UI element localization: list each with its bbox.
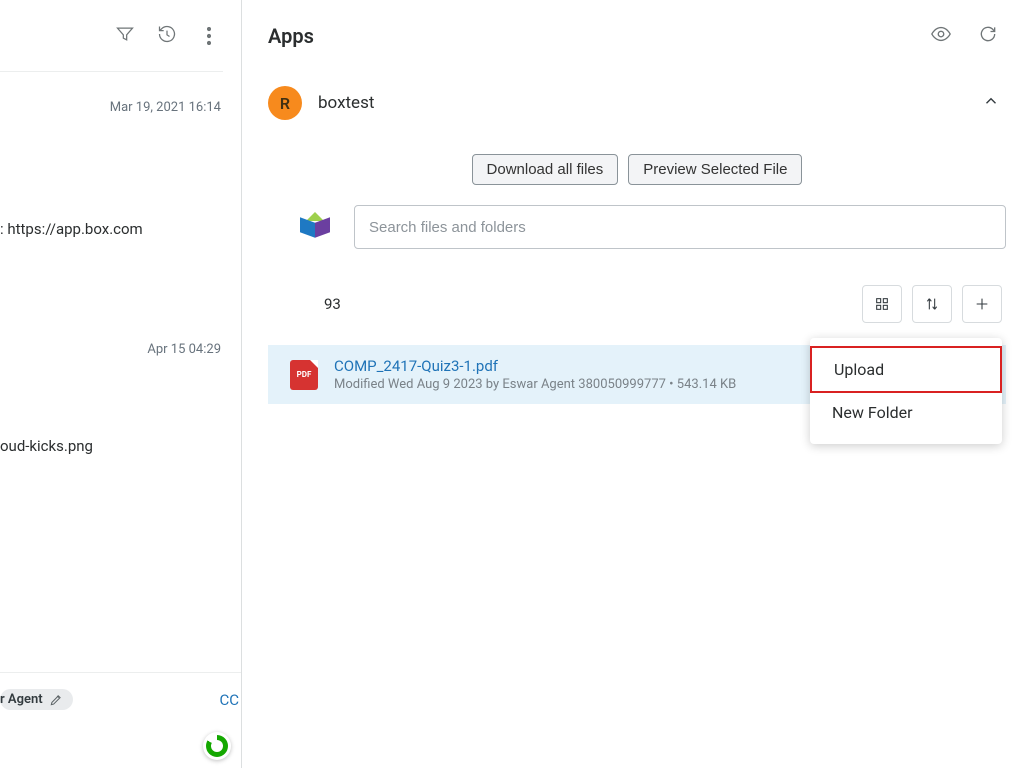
menu-item-new-folder[interactable]: New Folder — [810, 391, 1002, 434]
download-all-button[interactable]: Download all files — [472, 154, 619, 185]
grid-view-button[interactable] — [862, 285, 902, 323]
message-link-text: : https://app.box.com — [0, 220, 223, 238]
eye-icon[interactable] — [930, 23, 952, 49]
file-meta: Modified Wed Aug 9 2023 by Eswar Agent 3… — [334, 377, 736, 392]
agent-pill[interactable]: r Agent — [0, 689, 73, 710]
menu-item-upload[interactable]: Upload — [810, 346, 1002, 393]
box-logo-icon — [300, 212, 330, 242]
message-timestamp: Mar 19, 2021 16:14 — [0, 100, 223, 115]
cc-button[interactable]: CC — [219, 691, 239, 709]
filter-icon[interactable] — [115, 24, 135, 48]
ellipsis-icon[interactable] — [199, 27, 219, 45]
history-icon[interactable] — [157, 24, 177, 48]
avatar: R — [268, 86, 302, 120]
pdf-icon: PDF — [290, 360, 318, 390]
connector-name[interactable]: boxtest — [318, 93, 374, 113]
agent-pill-label: r Agent — [0, 692, 43, 707]
chevron-up-icon[interactable] — [982, 92, 1000, 114]
grammarly-icon[interactable] — [203, 732, 231, 760]
add-menu: Upload New Folder — [810, 338, 1002, 444]
attachment-filename: oud-kicks.png — [0, 437, 223, 455]
refresh-icon[interactable] — [978, 24, 998, 48]
add-button[interactable] — [962, 285, 1002, 323]
page-title: Apps — [268, 24, 314, 48]
message-timestamp: Apr 15 04:29 — [0, 342, 223, 357]
preview-selected-button[interactable]: Preview Selected File — [628, 154, 802, 185]
result-count: 93 — [324, 295, 341, 313]
search-input[interactable] — [354, 205, 1006, 249]
sort-button[interactable] — [912, 285, 952, 323]
file-name[interactable]: COMP_2417-Quiz3-1.pdf — [334, 357, 736, 375]
